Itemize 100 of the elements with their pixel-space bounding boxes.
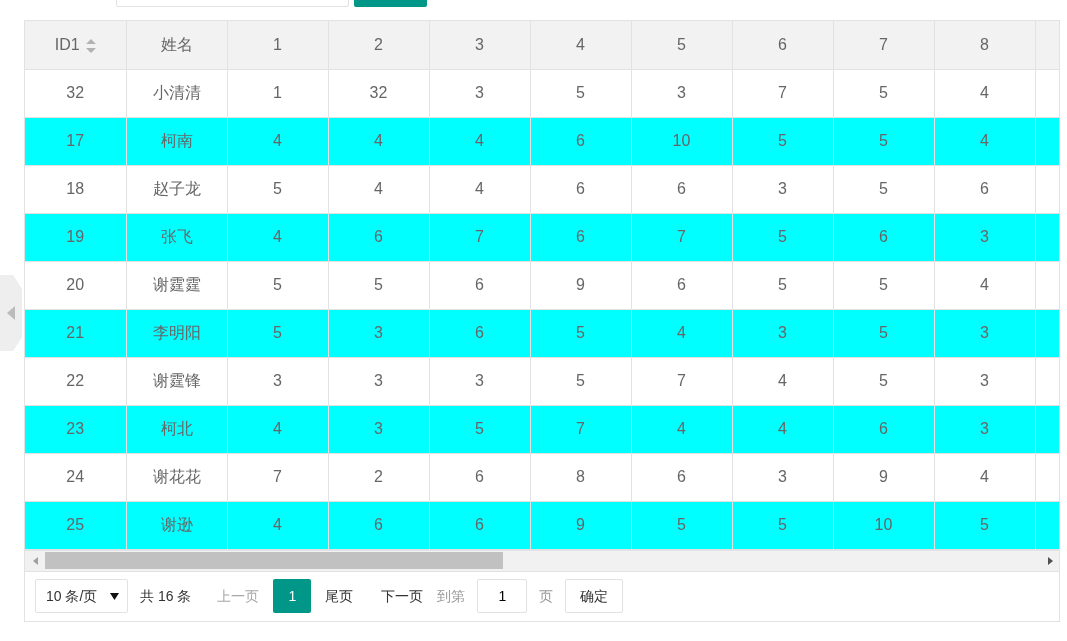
column-header: 7 [833,21,934,69]
table-cell: 5 [732,261,833,309]
table-cell: 5 [732,501,833,549]
table-cell: 5 [833,309,934,357]
table-cell: 3 [631,69,732,117]
table-cell: 谢逊 [126,501,227,549]
total-count: 共 16 条 [140,586,192,606]
table-cell: 5 [429,405,530,453]
table-cell: 4 [227,501,328,549]
caret-left-icon [7,306,15,320]
table-cell: 4 [328,165,429,213]
table-cell: 7 [631,357,732,405]
table-cell: 6 [530,213,631,261]
scroll-left-icon[interactable] [31,555,41,566]
table-cell: 李明阳 [126,309,227,357]
table-cell: 张飞 [126,213,227,261]
table-cell: 5 [530,309,631,357]
column-header: 2 [328,21,429,69]
table-cell: 6 [530,117,631,165]
table-cell: 4 [227,117,328,165]
table-cell: 3 [429,69,530,117]
table-cell: 4 [934,261,1035,309]
table-cell: 3 [732,453,833,501]
table-cell: 3 [328,309,429,357]
table-cell: 6 [833,213,934,261]
table-cell: 2 [328,453,429,501]
table-cell: 6 [429,261,530,309]
horizontal-scrollbar[interactable] [25,549,1059,571]
table-cell: 4 [429,165,530,213]
table-cell: 18 [25,165,126,213]
column-header-label: ID1 [54,35,80,53]
table-cell: 6 [833,405,934,453]
table-cell: 22 [25,357,126,405]
table-cell: 23 [25,405,126,453]
table-cell: 4 [631,405,732,453]
table-cell: 6 [631,261,732,309]
table-cell: 4 [227,213,328,261]
table-cell: 5 [227,261,328,309]
scroll-right-icon[interactable] [1045,555,1055,566]
table-cell: 柯南 [126,117,227,165]
table-cell: 9 [833,453,934,501]
table-cell: 24 [25,453,126,501]
table-cell: 7 [631,213,732,261]
table-cell: 8 [530,453,631,501]
table-cell: 4 [934,453,1035,501]
table-cell: 谢霆霆 [126,261,227,309]
dropdown-caret-icon [110,592,119,600]
table-cell: 3 [934,357,1035,405]
table-cell: 3 [732,165,833,213]
table-cell: 6 [530,165,631,213]
column-header: 3 [429,21,530,69]
scrollbar-thumb[interactable] [45,552,503,569]
table-cell: 32 [328,69,429,117]
table-cell: 5 [227,165,328,213]
table-cell: 7 [530,405,631,453]
column-header: 6 [732,21,833,69]
table-cell: 6 [429,453,530,501]
table-cell: 19 [25,213,126,261]
table-cell: 4 [631,309,732,357]
table-cell: 6 [328,213,429,261]
table-cell: 5 [833,261,934,309]
table-cell: 5 [530,69,631,117]
table-cell: 3 [328,357,429,405]
table-cell: 3 [227,357,328,405]
table-cell: 4 [429,117,530,165]
table-cell: 3 [429,357,530,405]
table-cell: 9 [530,261,631,309]
table-cell: 4 [934,117,1035,165]
table-cell: 6 [631,453,732,501]
column-header: 姓名 [126,21,227,69]
page-size-label: 10 条/页 [46,586,98,606]
sort-icon[interactable] [85,38,96,53]
table-cell: 5 [833,357,934,405]
table-cell: 10 [631,117,732,165]
table-cell: 1 [227,69,328,117]
table-cell: 5 [732,213,833,261]
table-cell: 10 [833,501,934,549]
table-cell: 3 [934,309,1035,357]
table-cell: 4 [934,69,1035,117]
next-page-link[interactable]: 下一页 [371,585,434,607]
table-cell: 17 [25,117,126,165]
page-size-select[interactable]: 10 条/页 [35,579,128,613]
last-page-link[interactable]: 尾页 [315,585,364,607]
table-cell: 3 [732,309,833,357]
table-cell: 5 [732,117,833,165]
confirm-button[interactable]: 确定 [565,579,624,613]
table-cell: 4 [328,117,429,165]
page-number-field[interactable]: 1 [477,579,528,613]
table-cell: 小清清 [126,69,227,117]
table-cell: 7 [732,69,833,117]
table-cell: 7 [429,213,530,261]
table-cell: 6 [429,501,530,549]
table-cell: 20 [25,261,126,309]
side-collapse-handle[interactable] [0,275,22,351]
table-cell: 3 [934,213,1035,261]
table-cell: 柯北 [126,405,227,453]
table-cell: 5 [833,165,934,213]
table-cell: 谢霆锋 [126,357,227,405]
table-cell: 6 [429,309,530,357]
page-button[interactable]: 1 [273,579,312,613]
